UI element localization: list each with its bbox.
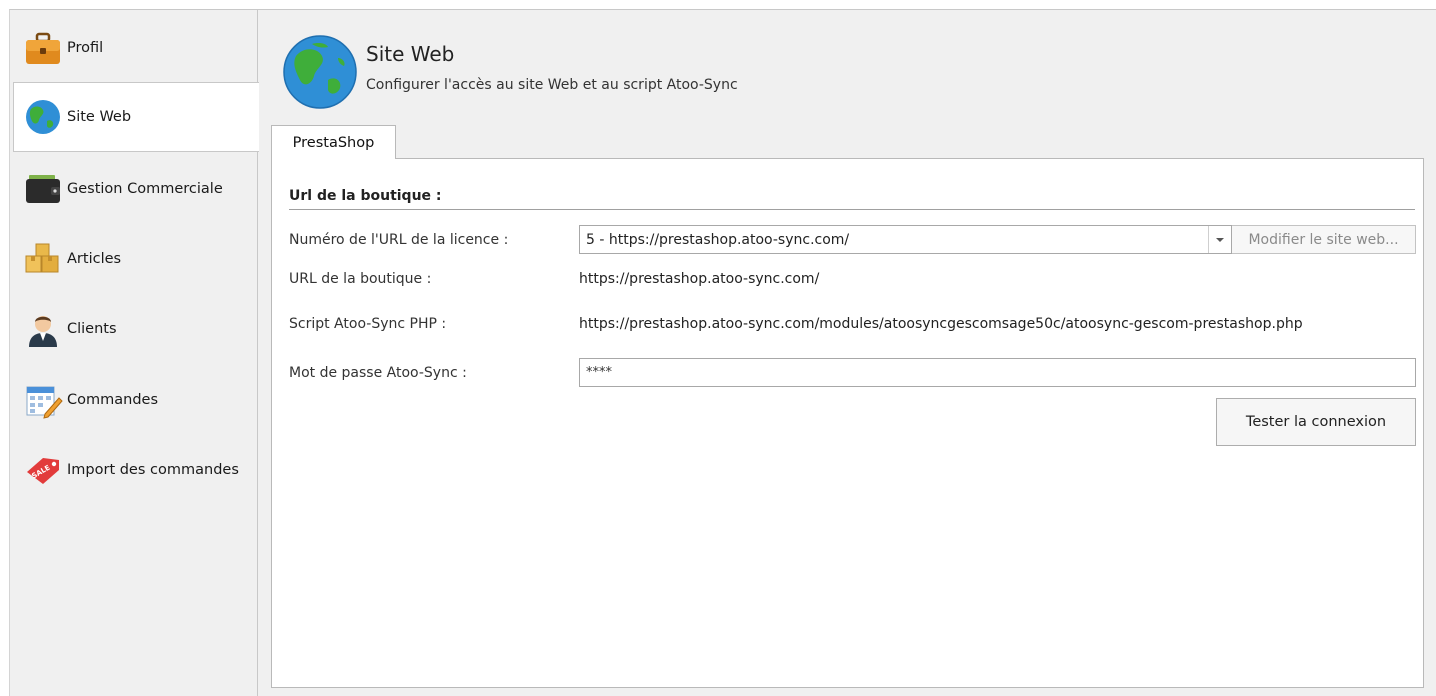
script-label: Script Atoo-Sync PHP : (289, 316, 447, 332)
calendar-edit-icon (26, 386, 63, 419)
sidebar-item-gestion-commerciale[interactable]: Gestion Commerciale (10, 154, 257, 224)
sidebar-item-label: Import des commandes (67, 462, 239, 478)
chevron-down-icon[interactable] (1208, 226, 1231, 253)
sidebar-item-site-web[interactable]: Site Web (13, 82, 259, 152)
license-url-value: 5 - https://prestashop.atoo-sync.com/ (586, 231, 850, 248)
user-icon (29, 316, 57, 347)
sidebar-item-label: Commandes (67, 392, 159, 408)
app-window: Profil Site Web Gestion Commerciale Arti… (9, 9, 1436, 696)
sidebar-item-label: Articles (67, 251, 122, 267)
sidebar-item-profil[interactable]: Profil (10, 13, 257, 83)
page-title: Site Web (366, 42, 455, 66)
sidebar-item-clients[interactable]: Clients (10, 294, 257, 364)
wallet-icon (26, 175, 60, 203)
section-divider (289, 209, 1415, 210)
sidebar-item-label: Clients (67, 321, 117, 337)
sidebar-item-label: Site Web (67, 109, 132, 125)
license-url-label: Numéro de l'URL de la licence : (289, 232, 509, 248)
license-url-select[interactable]: 5 - https://prestashop.atoo-sync.com/ (579, 225, 1232, 254)
page-subtitle: Configurer l'accès au site Web et au scr… (366, 77, 738, 93)
globe-icon (283, 35, 357, 109)
sidebar-item-import-commandes[interactable]: SALE Import des commandes (10, 435, 257, 505)
sidebar-item-commandes[interactable]: Commandes (10, 365, 257, 435)
briefcase-icon (26, 32, 60, 64)
sale-tag-icon: SALE (27, 458, 59, 484)
sidebar-item-label: Gestion Commerciale (67, 181, 223, 197)
boxes-icon (25, 243, 59, 273)
main-content: Site Web Configurer l'accès au site Web … (258, 10, 1436, 696)
modify-site-button[interactable]: Modifier le site web... (1232, 225, 1416, 254)
shop-url-label: URL de la boutique : (289, 271, 432, 287)
section-title: Url de la boutique : (289, 188, 442, 204)
sidebar-item-articles[interactable]: Articles (10, 224, 257, 294)
tab-panel: Url de la boutique : Numéro de l'URL de … (271, 158, 1424, 688)
password-input[interactable] (579, 358, 1416, 387)
script-value: https://prestashop.atoo-sync.com/modules… (579, 316, 1303, 332)
test-connection-button[interactable]: Tester la connexion (1216, 398, 1416, 446)
globe-icon (26, 100, 60, 134)
shop-url-value: https://prestashop.atoo-sync.com/ (579, 271, 820, 287)
password-label: Mot de passe Atoo-Sync : (289, 365, 467, 381)
tab-prestashop[interactable]: PrestaShop (271, 125, 396, 159)
sidebar: Profil Site Web Gestion Commerciale Arti… (10, 10, 259, 696)
sidebar-item-label: Profil (67, 40, 104, 56)
